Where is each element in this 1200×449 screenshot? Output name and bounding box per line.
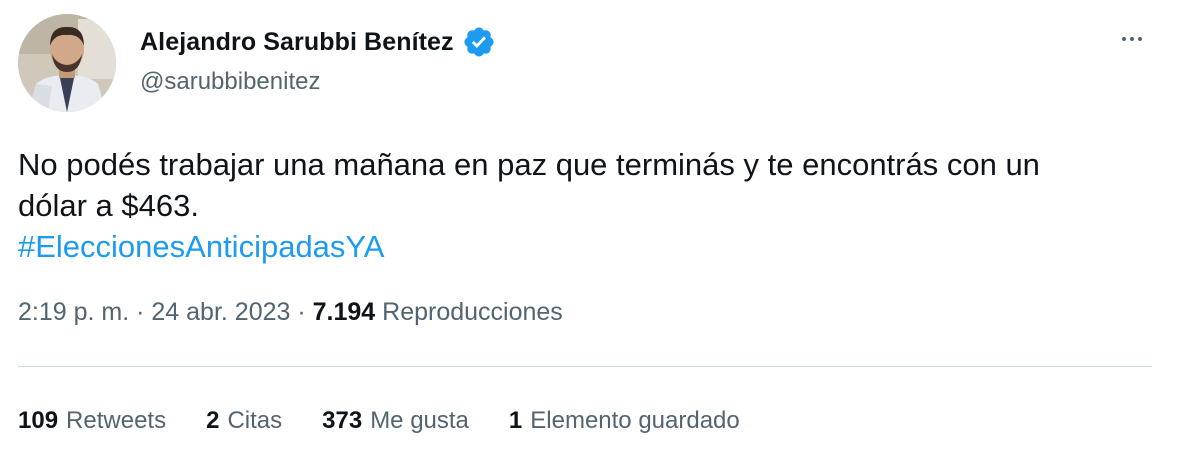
dot — [1130, 37, 1134, 41]
retweets-label: Retweets — [66, 407, 167, 434]
author-handle[interactable]: @sarubbibenitez — [140, 68, 320, 96]
quotes-stat[interactable]: 2 Citas — [206, 407, 282, 435]
avatar-photo — [18, 14, 116, 112]
bookmarks-stat[interactable]: 1 Elemento guardado — [509, 407, 740, 435]
meta-separator: · — [290, 298, 313, 326]
tweet-text-line-1: No podés trabajar una mañana en paz que … — [18, 147, 1040, 182]
author-name[interactable]: Alejandro Sarubbi Benítez — [140, 28, 454, 57]
likes-stat[interactable]: 373 Me gusta — [322, 407, 469, 435]
verified-badge-icon — [462, 25, 496, 59]
dot — [1138, 37, 1142, 41]
likes-count: 373 — [322, 407, 363, 434]
quotes-label: Citas — [227, 407, 283, 434]
engagement-stats: 109 Retweets 2 Citas 373 Me gusta 1 Elemento… — [18, 407, 780, 435]
dot — [1122, 37, 1126, 41]
avatar[interactable] — [18, 14, 116, 112]
hashtag-link[interactable]: #EleccionesAnticipadasYA — [18, 226, 1178, 267]
tweet-meta: 2:19 p. m. · 24 abr. 2023 · 7.194 Reprod… — [18, 298, 563, 327]
meta-separator: · — [129, 298, 152, 326]
tweet-date[interactable]: 24 abr. 2023 — [151, 298, 290, 326]
quotes-count: 2 — [206, 407, 220, 434]
tweet-time[interactable]: 2:19 p. m. — [18, 298, 129, 326]
tweet-text-line-2: dólar a $463. — [18, 188, 199, 223]
more-options-icon[interactable] — [1112, 22, 1152, 56]
views-count: 7.194 — [312, 298, 376, 326]
retweets-stat[interactable]: 109 Retweets — [18, 407, 166, 435]
author-name-row: Alejandro Sarubbi Benítez — [140, 25, 496, 59]
bookmarks-label: Elemento guardado — [530, 407, 740, 434]
likes-label: Me gusta — [370, 407, 469, 434]
retweets-count: 109 — [18, 407, 59, 434]
bookmarks-count: 1 — [508, 407, 523, 434]
divider — [18, 366, 1152, 367]
views-label: Reproducciones — [375, 298, 563, 326]
tweet-text: No podés trabajar una mañana en paz que … — [18, 144, 1178, 267]
tweet-card: Alejandro Sarubbi Benítez @sarubbibenite… — [0, 0, 1200, 449]
